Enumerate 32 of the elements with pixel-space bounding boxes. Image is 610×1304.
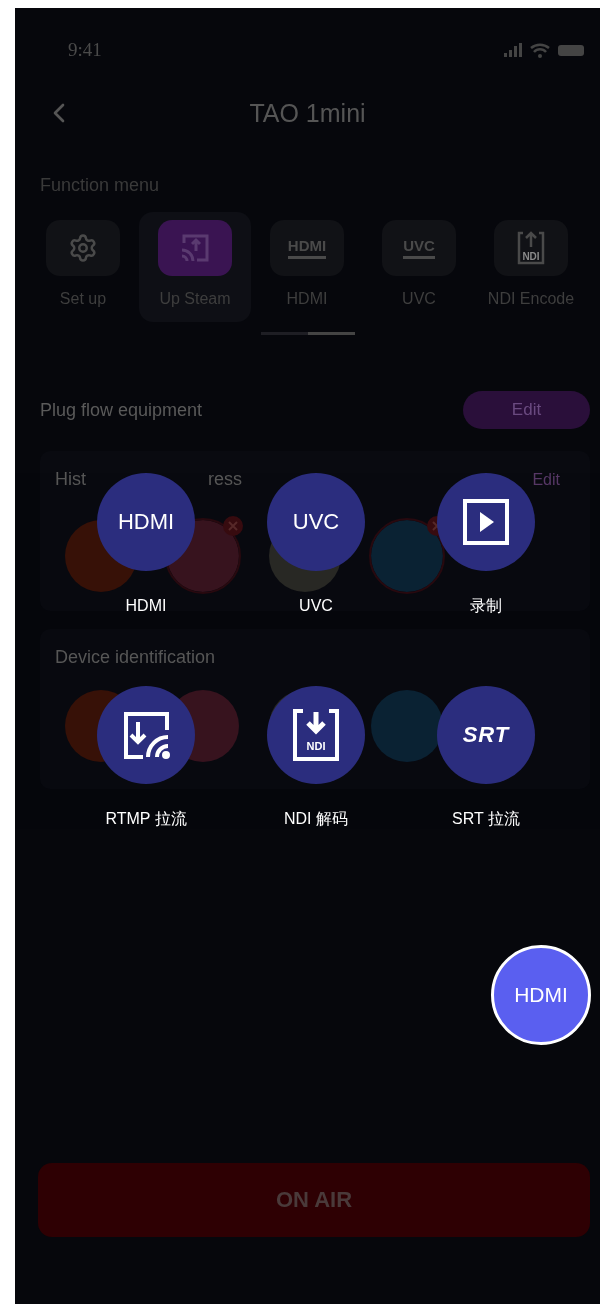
on-air-button[interactable]: ON AIR <box>38 1163 590 1237</box>
section-title: Hist <box>55 469 86 490</box>
function-label: HDMI <box>286 290 328 308</box>
function-menu-item[interactable]: UVC UVC <box>363 212 475 322</box>
status-time: 9:41 <box>68 39 102 61</box>
popup-option-label: HDMI <box>125 596 167 616</box>
function-label: Set up <box>59 290 107 308</box>
section-title: Device identification <box>55 647 216 668</box>
function-label: UVC <box>402 290 436 308</box>
section-title: Plug flow equipment <box>40 399 203 421</box>
tile-text: UVC <box>403 237 435 259</box>
wifi-icon <box>530 42 550 58</box>
function-menu-item[interactable]: NDI NDI Encode <box>475 212 587 322</box>
section-title: ress <box>208 469 242 490</box>
floating-button[interactable]: HDMI <box>491 945 591 1045</box>
function-label: NDI Encode <box>487 290 575 308</box>
function-menu-item[interactable]: Set up <box>27 212 139 322</box>
popup-option-label: RTMP 拉流 <box>105 809 187 829</box>
popup-option-label: NDI 解码 <box>284 809 348 829</box>
signal-icon <box>504 42 522 58</box>
cast-download-icon <box>121 710 171 760</box>
popup-option-label: 录制 <box>470 596 502 616</box>
battery-icon <box>558 44 584 56</box>
gear-icon <box>68 233 98 263</box>
function-menu-item[interactable]: HDMI HDMI <box>251 212 363 322</box>
popup-option-label: UVC <box>299 596 333 616</box>
remove-icon[interactable] <box>223 516 243 536</box>
page-title: TAO 1mini <box>249 98 366 128</box>
edit-button[interactable]: Edit <box>463 391 590 429</box>
play-icon <box>462 498 510 546</box>
tile-text: HDMI <box>287 237 327 259</box>
popup-option-label: SRT 拉流 <box>452 809 520 829</box>
